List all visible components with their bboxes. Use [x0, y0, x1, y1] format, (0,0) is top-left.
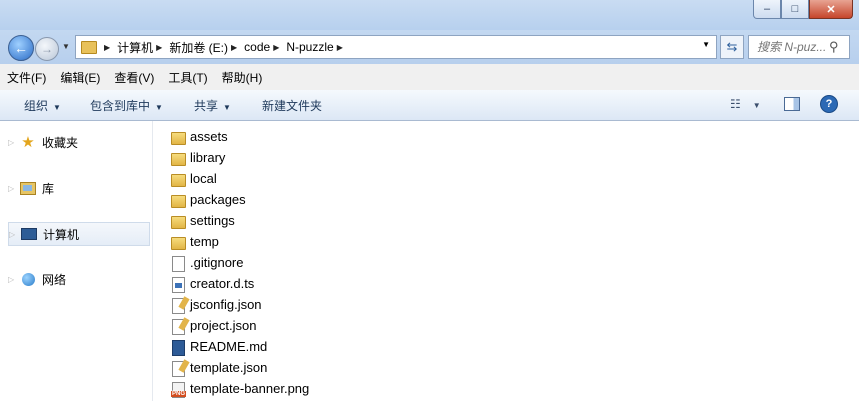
maximize-icon: □ — [791, 3, 799, 15]
search-input[interactable] — [749, 39, 829, 55]
breadcrumb-computer[interactable]: 计算机 ▶ — [117, 39, 169, 56]
address-bar[interactable]: ▶ 计算机 ▶ 新加卷 (E:) ▶ code ▶ N-puzzle ▶ ▼ — [75, 35, 717, 59]
maximize-button[interactable]: □ — [781, 0, 809, 19]
breadcrumb-arrow-icon[interactable]: ▶ — [104, 43, 110, 52]
recent-pages-dropdown[interactable]: ▼ — [62, 42, 70, 51]
folder-icon — [170, 171, 186, 187]
search-box[interactable]: ⚲ — [748, 35, 850, 59]
nav-item-network[interactable]: ▷ 网络 — [8, 268, 148, 290]
json-file-icon — [170, 318, 186, 335]
search-icon[interactable]: ⚲ — [829, 39, 839, 55]
nav-item-computer[interactable]: ▷ 计算机 — [8, 222, 150, 246]
computer-icon — [21, 226, 37, 242]
title-bar: – □ ✕ — [0, 0, 859, 30]
breadcrumb-arrow-icon[interactable]: ▶ — [273, 43, 279, 52]
menu-tools[interactable]: 工具(T) — [161, 69, 214, 86]
back-button[interactable]: ← — [8, 35, 34, 61]
library-icon — [20, 180, 36, 196]
list-item[interactable]: project.json — [170, 315, 256, 336]
list-item[interactable]: .gitignore — [170, 252, 243, 273]
json-file-icon — [170, 360, 186, 377]
nav-item-libraries[interactable]: ▷ 库 — [8, 177, 148, 199]
list-item[interactable]: temp — [170, 231, 219, 252]
list-item[interactable]: local — [170, 168, 217, 189]
menu-bar: 文件(F) 编辑(E) 查看(V) 工具(T) 帮助(H) — [0, 64, 859, 91]
minimize-button[interactable]: – — [753, 0, 781, 19]
list-item[interactable]: assets — [170, 126, 228, 147]
ts-file-icon — [170, 276, 186, 293]
png-file-icon — [170, 381, 187, 398]
list-item[interactable]: library — [170, 147, 225, 168]
folder-icon — [170, 150, 186, 166]
expand-icon[interactable]: ▷ — [8, 184, 20, 193]
chevron-down-icon: ▼ — [53, 103, 61, 112]
list-item[interactable]: settings — [170, 210, 235, 231]
breadcrumb-n-puzzle[interactable]: N-puzzle ▶ — [286, 40, 350, 54]
include-in-library-button[interactable]: 包含到库中 ▼ — [90, 97, 163, 114]
forward-arrow-icon: → — [41, 42, 53, 56]
network-icon — [20, 271, 36, 287]
folder-icon — [81, 40, 97, 54]
address-row: ← → ▼ ▶ 计算机 ▶ 新加卷 (E:) ▶ code ▶ N-puzzle ▶ ▼… — [0, 30, 859, 64]
menu-help[interactable]: 帮助(H) — [215, 69, 270, 86]
navigation-pane: ▷ ★ 收藏夹 ▷ 库 ▷ 计算机 ▷ 网络 — [0, 121, 152, 401]
list-item[interactable]: template-banner.png — [170, 378, 309, 399]
help-icon[interactable]: ? — [820, 95, 838, 113]
close-button[interactable]: ✕ — [809, 0, 853, 19]
preview-pane-icon[interactable] — [784, 97, 800, 111]
folder-icon — [170, 213, 186, 229]
menu-view[interactable]: 查看(V) — [107, 69, 161, 86]
md-file-icon — [170, 339, 186, 356]
share-button[interactable]: 共享 ▼ — [194, 97, 231, 114]
list-item[interactable]: creator.d.ts — [170, 273, 254, 294]
change-view-button[interactable]: ☷ ▼ — [730, 97, 761, 111]
organize-button[interactable]: 组织 ▼ — [24, 97, 61, 114]
minimize-icon: – — [763, 3, 771, 15]
expand-icon[interactable]: ▷ — [9, 230, 21, 239]
window-controls: – □ ✕ — [753, 0, 853, 19]
refresh-button[interactable]: ⇆ — [720, 35, 744, 59]
forward-button[interactable]: → — [35, 37, 59, 61]
folder-icon — [170, 234, 186, 250]
list-item[interactable]: packages — [170, 189, 246, 210]
list-item[interactable]: jsconfig.json — [170, 294, 262, 315]
breadcrumb-code[interactable]: code ▶ — [244, 40, 286, 54]
chevron-down-icon: ▼ — [223, 103, 231, 112]
json-file-icon — [170, 297, 186, 314]
menu-edit[interactable]: 编辑(E) — [53, 69, 107, 86]
back-arrow-icon: ← — [14, 40, 28, 56]
chevron-down-icon: ▼ — [752, 101, 761, 110]
command-bar: 组织 ▼ 包含到库中 ▼ 共享 ▼ 新建文件夹 ☷ ▼ ? — [0, 90, 859, 121]
expand-icon[interactable]: ▷ — [8, 275, 20, 284]
list-item[interactable]: template.json — [170, 357, 267, 378]
nav-item-favorites[interactable]: ▷ ★ 收藏夹 — [8, 131, 148, 153]
folder-icon — [170, 192, 186, 208]
new-folder-button[interactable]: 新建文件夹 — [262, 97, 322, 114]
chevron-down-icon: ▼ — [155, 103, 163, 112]
list-item[interactable]: README.md — [170, 336, 267, 357]
menu-file[interactable]: 文件(F) — [0, 69, 53, 86]
breadcrumb-arrow-icon[interactable]: ▶ — [156, 43, 162, 52]
star-icon: ★ — [21, 134, 35, 151]
pane-splitter[interactable] — [152, 121, 153, 401]
view-icon: ☷ — [730, 97, 741, 111]
refresh-icon: ⇆ — [726, 39, 738, 54]
breadcrumb-arrow-icon[interactable]: ▶ — [231, 43, 237, 52]
folder-icon — [170, 129, 186, 145]
breadcrumb-drive[interactable]: 新加卷 (E:) ▶ — [169, 39, 244, 56]
expand-icon[interactable]: ▷ — [8, 138, 20, 147]
address-dropdown-icon[interactable]: ▼ — [702, 40, 710, 49]
breadcrumb-arrow-icon[interactable]: ▶ — [337, 43, 343, 52]
close-icon: ✕ — [826, 3, 836, 16]
text-file-icon — [170, 255, 186, 272]
